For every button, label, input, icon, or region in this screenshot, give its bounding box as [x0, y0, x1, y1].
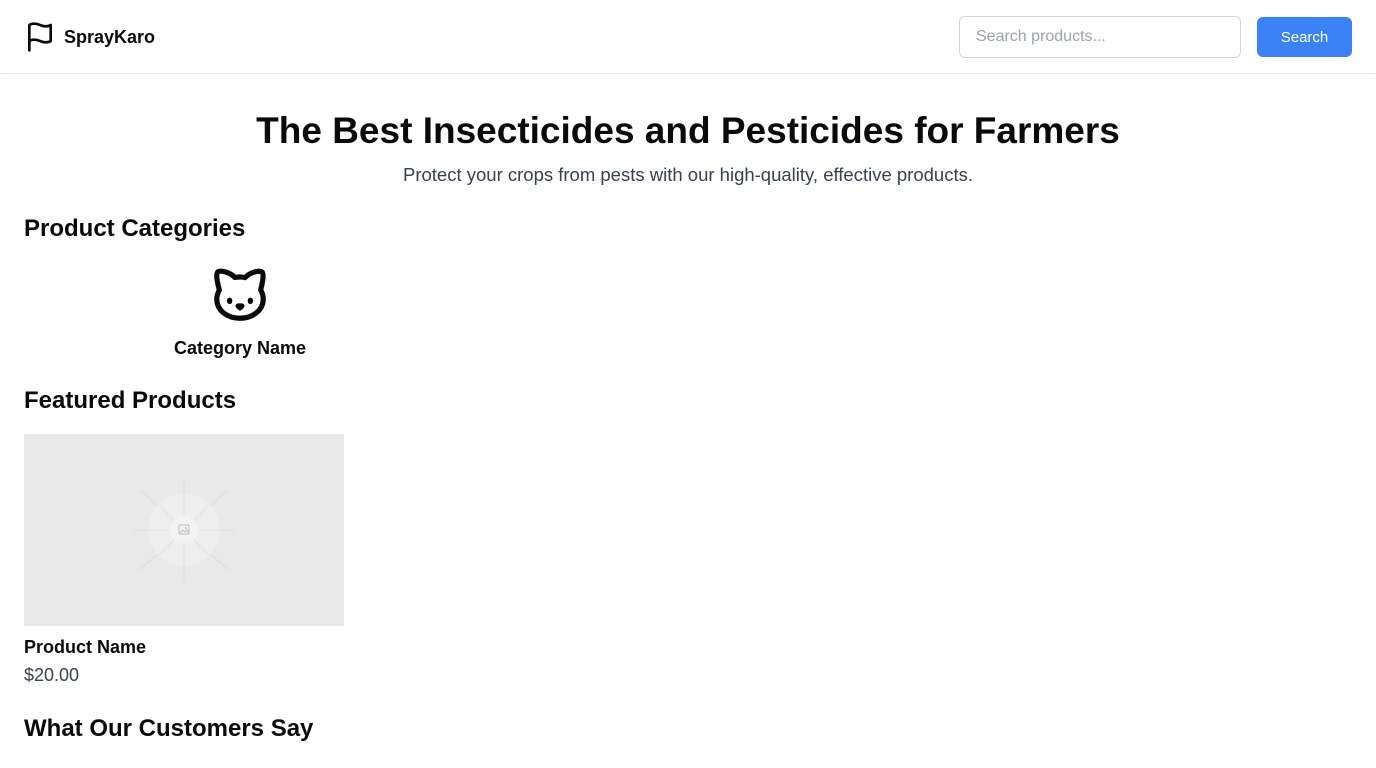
brand-logo[interactable]: SprayKaro: [24, 20, 155, 54]
category-card[interactable]: Category Name: [160, 262, 320, 362]
product-name[interactable]: Product Name: [24, 637, 146, 658]
testimonials-heading: What Our Customers Say: [24, 715, 314, 742]
featured-heading: Featured Products: [24, 387, 237, 414]
search-button[interactable]: Search: [1257, 17, 1352, 57]
category-name: Category Name: [173, 338, 307, 358]
site-header: SprayKaro Search: [0, 0, 1376, 74]
image-placeholder-icon: [134, 480, 234, 580]
search-input[interactable]: [959, 16, 1241, 58]
cat-icon: [214, 268, 266, 321]
product-image[interactable]: [24, 434, 344, 626]
hero-subtitle: Protect your crops from pests with our h…: [403, 164, 973, 185]
brand-name: SprayKaro: [64, 26, 156, 47]
categories-heading: Product Categories: [24, 215, 246, 242]
flag-icon: [28, 22, 52, 52]
product-price: $20.00: [24, 665, 80, 685]
hero-title: The Best Insecticides and Pesticides for…: [256, 110, 1120, 151]
product-card[interactable]: Product Name $20.00: [24, 434, 344, 694]
